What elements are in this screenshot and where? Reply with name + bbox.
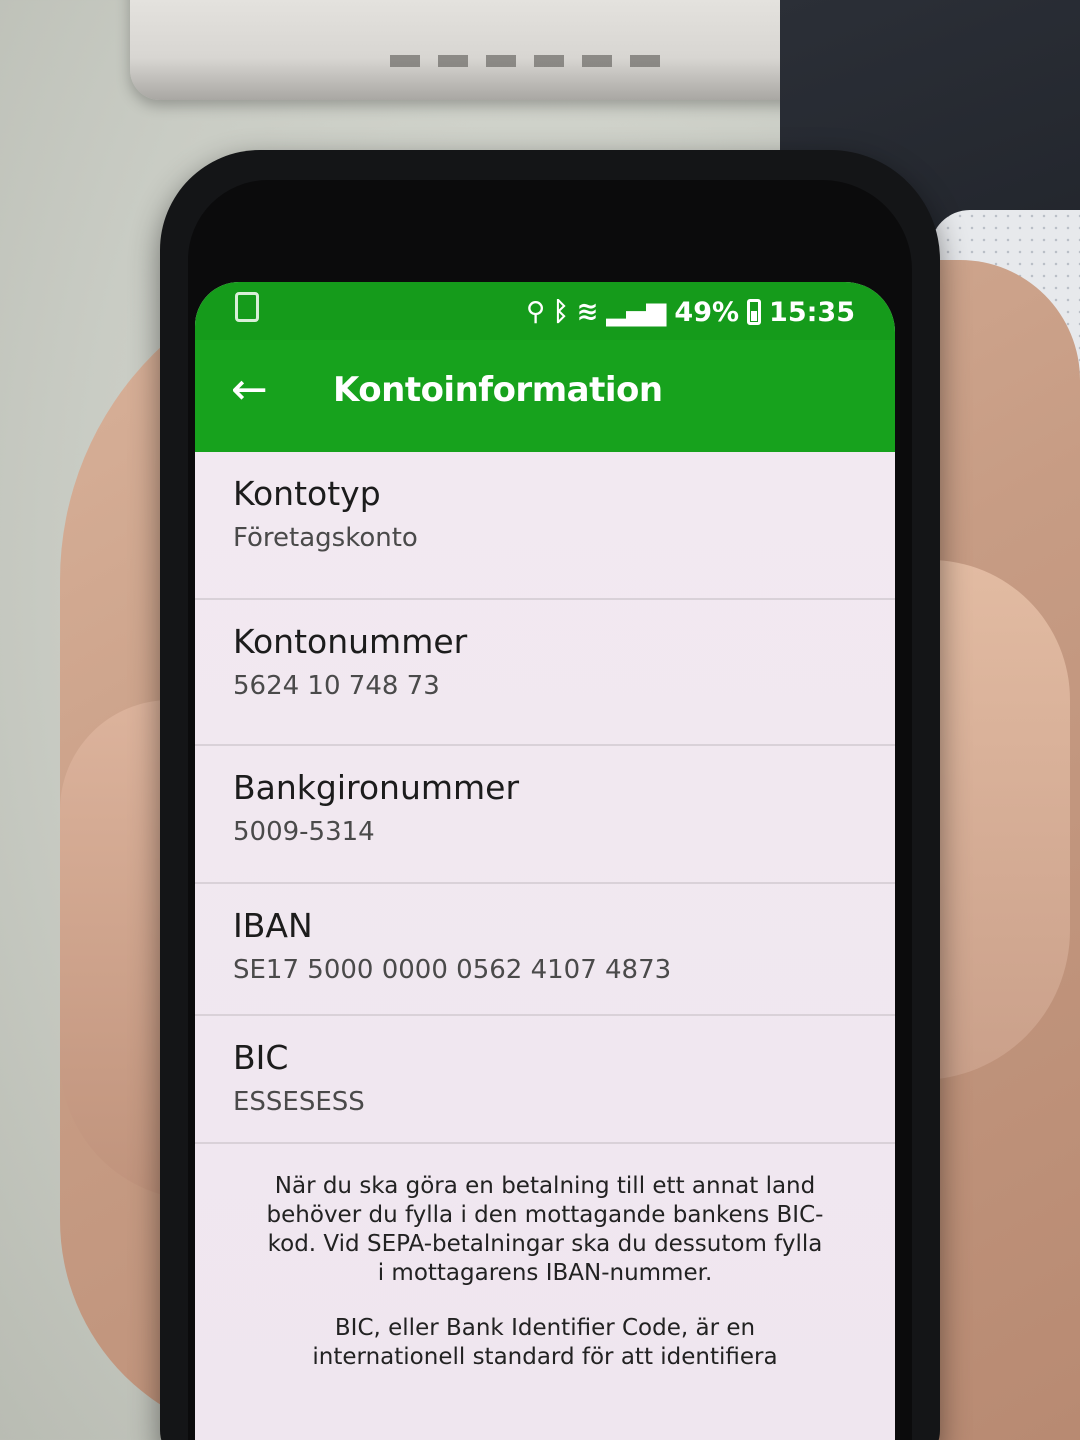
status-icons: ⚲ ᛒ ≋ ▂▄▆ 49% 15:35 (526, 292, 855, 332)
battery-icon (747, 299, 762, 325)
app-bar: ← Kontoinformation (195, 340, 895, 452)
row-label: Kontonummer (233, 622, 468, 661)
account-info-list: Kontotyp Företagskonto Kontonummer 5624 … (195, 452, 895, 1440)
row-value: ESSESESS (233, 1087, 365, 1117)
row-value: 5624 10 748 73 (233, 671, 440, 701)
row-label: IBAN (233, 906, 313, 945)
info-row-iban: IBAN SE17 5000 0000 0562 4107 4873 (195, 884, 895, 1016)
row-label: BIC (233, 1038, 289, 1077)
signal-icon: ▂▄▆ (606, 297, 667, 327)
bic-iban-info-text: När du ska göra en betalning till ett an… (265, 1172, 825, 1398)
laptop-background (130, 0, 890, 100)
sim-card-icon (235, 292, 259, 322)
row-value: Företagskonto (233, 523, 418, 553)
phone-screen: ⚲ ᛒ ≋ ▂▄▆ 49% 15:35 ← Kontoinformation K… (195, 282, 895, 1440)
info-paragraph: När du ska göra en betalning till ett an… (266, 1173, 824, 1286)
info-row-bic: BIC ESSESESS (195, 1016, 895, 1144)
row-label: Bankgironummer (233, 768, 520, 807)
row-label: Kontotyp (233, 474, 381, 513)
row-value: 5009-5314 (233, 817, 375, 847)
clock: 15:35 (769, 296, 855, 328)
info-row-bankgironummer: Bankgironummer 5009-5314 (195, 746, 895, 884)
page-title: Kontoinformation (333, 370, 663, 410)
row-value: SE17 5000 0000 0562 4107 4873 (233, 955, 672, 985)
location-icon: ⚲ (525, 297, 545, 327)
battery-percent: 49% (674, 296, 740, 328)
bluetooth-icon: ᛒ (553, 297, 569, 327)
info-row-kontotyp: Kontotyp Företagskonto (195, 452, 895, 600)
laptop-ports (390, 55, 670, 67)
info-row-kontonummer: Kontonummer 5624 10 748 73 (195, 600, 895, 746)
wifi-icon: ≋ (576, 297, 599, 327)
status-bar: ⚲ ᛒ ≋ ▂▄▆ 49% 15:35 (195, 282, 895, 340)
info-paragraph: BIC, eller Bank Identifier Code, är en i… (312, 1315, 778, 1370)
arrow-left-icon[interactable]: ← (231, 360, 291, 420)
